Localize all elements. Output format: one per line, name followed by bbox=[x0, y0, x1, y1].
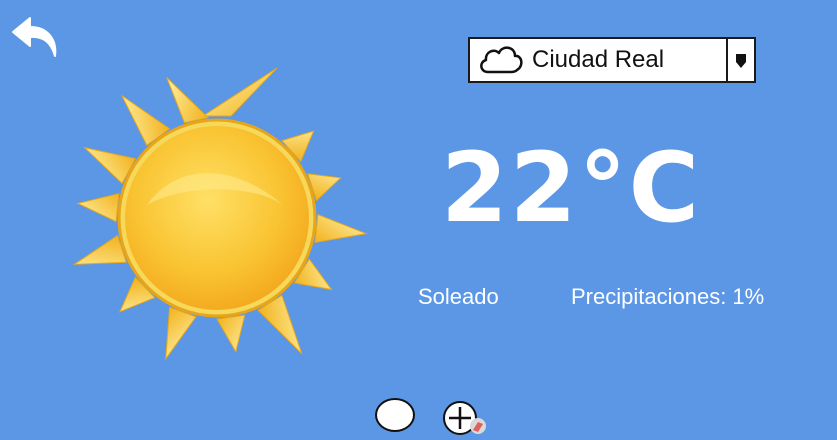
dropdown-toggle[interactable] bbox=[726, 39, 754, 81]
add-location-icon bbox=[443, 401, 486, 435]
precipitation-text: Precipitaciones: 1% bbox=[571, 284, 765, 309]
sun-icon bbox=[72, 67, 369, 361]
selected-city: Ciudad Real bbox=[532, 46, 665, 73]
chevron-down-icon bbox=[736, 54, 746, 68]
cloud-icon bbox=[480, 46, 523, 74]
city-dropdown[interactable]: Ciudad Real bbox=[468, 37, 756, 83]
temperature-value: 22°C bbox=[441, 132, 702, 244]
page-indicator-dot[interactable] bbox=[375, 398, 415, 432]
add-location-button[interactable] bbox=[440, 397, 490, 436]
weather-condition: Soleado bbox=[418, 284, 499, 309]
